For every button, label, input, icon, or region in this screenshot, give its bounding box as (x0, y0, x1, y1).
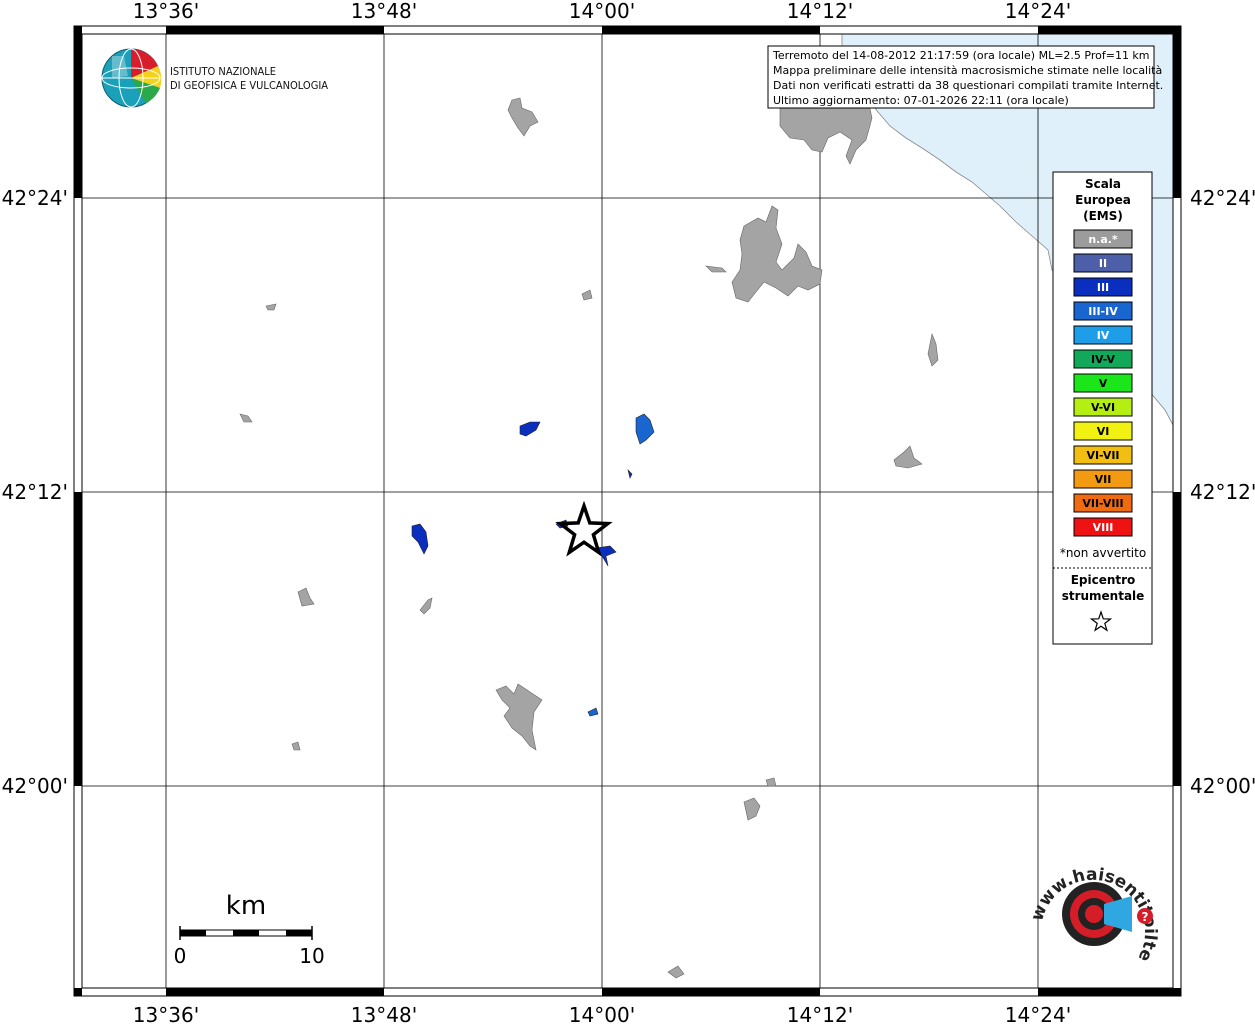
lat-label: 42°24' (1190, 186, 1255, 210)
epicenter-label-line: Epicentro (1071, 573, 1136, 587)
event-info-box: Terremoto del 14-08-2012 21:17:59 (ora l… (767, 45, 1163, 109)
institute-name-line2: DI GEOFISICA E VULCANOLOGIA (170, 79, 328, 92)
legend-swatch-label: V (1099, 377, 1108, 390)
legend-note: *non avvertito (1060, 546, 1146, 560)
lon-label: 13°36' (133, 0, 199, 23)
lat-label: 42°12' (2, 480, 68, 504)
legend-swatch-label: VII (1095, 473, 1112, 486)
legend-swatch-label: IV (1097, 329, 1110, 342)
legend-swatch-label: n.a.* (1088, 233, 1118, 246)
lat-label: 42°24' (2, 186, 68, 210)
lon-label: 14°24' (1005, 0, 1071, 23)
lon-label: 13°48' (351, 0, 417, 23)
svg-text:?: ? (1142, 910, 1149, 924)
legend-swatch-label: IV-V (1091, 353, 1116, 366)
legend-swatch-label: VIII (1093, 521, 1114, 534)
lon-label: 14°00' (569, 1003, 635, 1024)
lon-labels-top: 13°36' 13°48' 14°00' 14°12' 14°24' (133, 0, 1071, 23)
legend-title-line: Scala (1085, 177, 1121, 191)
lon-label: 13°36' (133, 1003, 199, 1024)
legend-swatch-label: II (1099, 257, 1107, 270)
macroseismic-map: 13°36' 13°48' 14°00' 14°12' 14°24' 13°36… (0, 0, 1255, 1027)
epicenter-label-line: strumentale (1062, 589, 1145, 603)
institute-name-line1: ISTITUTO NAZIONALE (170, 65, 276, 78)
lat-label: 42°12' (1190, 480, 1255, 504)
lon-label: 14°12' (787, 1003, 853, 1024)
legend-swatch-label: V-VI (1091, 401, 1115, 414)
map-svg: 13°36' 13°48' 14°00' 14°12' 14°24' 13°36… (0, 0, 1255, 1027)
lon-label: 13°48' (351, 1003, 417, 1024)
legend-swatch-label: VI-VII (1086, 449, 1119, 462)
lat-label: 42°00' (2, 774, 68, 798)
scale-max: 10 (299, 944, 324, 968)
lon-labels-bottom: 13°36' 13°48' 14°00' 14°12' 14°24' (133, 1003, 1071, 1027)
info-line: Dati non verificati estratti da 38 quest… (773, 79, 1163, 92)
legend-swatch-label: VI (1097, 425, 1110, 438)
lat-labels-right: 42°24' 42°12' 42°00' (1190, 186, 1255, 798)
scale-unit: km (226, 891, 266, 921)
lon-label: 14°00' (569, 0, 635, 23)
lat-label: 42°00' (1190, 774, 1255, 798)
legend-swatch-label: VII-VIII (1082, 497, 1123, 510)
lon-label: 14°24' (1005, 1003, 1071, 1024)
info-line: Ultimo aggiornamento: 07-01-2026 22:11 (… (773, 94, 1069, 107)
info-line: Mappa preliminare delle intensità macros… (773, 64, 1162, 77)
ems-legend: Scala Europea (EMS) n.a.*IIIIIIII-IVIVIV… (1052, 171, 1153, 645)
scale-min: 0 (174, 944, 187, 968)
legend-title-line: (EMS) (1083, 209, 1123, 223)
lat-labels-left: 42°24' 42°12' 42°00' (2, 186, 68, 798)
info-line: Terremoto del 14-08-2012 21:17:59 (ora l… (772, 49, 1150, 62)
legend-title-line: Europea (1075, 193, 1131, 207)
lon-label: 14°12' (787, 0, 853, 23)
legend-swatch-label: III (1097, 281, 1109, 294)
legend-swatch-label: III-IV (1088, 305, 1118, 318)
